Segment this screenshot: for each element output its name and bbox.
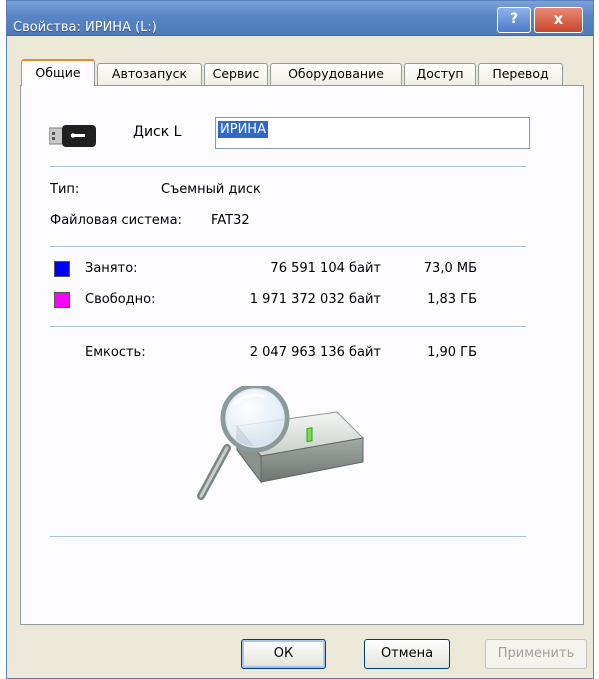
tab-access[interactable]: Доступ <box>404 63 476 85</box>
ok-button[interactable]: ОК <box>241 639 326 669</box>
capacity-bytes: 2 047 963 136 байт <box>249 345 381 360</box>
capacity-size: 1,90 ГБ <box>427 345 477 360</box>
apply-button[interactable]: Применить <box>485 639 587 669</box>
tab-translate[interactable]: Перевод <box>478 63 563 85</box>
disk-name-value: ИРИНА <box>218 121 268 138</box>
title-bar[interactable]: Свойства: ИРИНА (L:) ? x <box>7 1 593 36</box>
tab-general[interactable]: Общие <box>21 59 95 86</box>
window-title: Свойства: ИРИНА (L:) <box>13 20 157 35</box>
close-button[interactable]: x <box>534 7 583 33</box>
separator <box>50 246 526 247</box>
free-label: Свободно: <box>85 292 156 307</box>
used-label: Занято: <box>85 261 138 276</box>
drive-search-icon <box>197 386 365 500</box>
free-size: 1,83 ГБ <box>427 292 477 307</box>
type-value: Съемный диск <box>161 182 261 197</box>
filesystem-label: Файловая система: <box>50 213 182 228</box>
separator <box>50 166 526 167</box>
capacity-label: Емкость: <box>85 345 146 360</box>
usb-drive-icon <box>49 125 96 147</box>
separator <box>50 326 526 327</box>
disk-name-input[interactable]: ИРИНА <box>215 117 530 149</box>
used-size: 73,0 МБ <box>423 261 477 276</box>
tab-autorun[interactable]: Автозапуск <box>97 63 202 85</box>
separator <box>50 536 526 537</box>
used-bytes: 76 591 104 байт <box>270 261 381 276</box>
disk-label: Диск L <box>133 124 182 140</box>
type-label: Тип: <box>50 182 80 197</box>
help-button[interactable]: ? <box>497 7 531 33</box>
filesystem-value: FAT32 <box>211 213 250 228</box>
free-bytes: 1 971 372 032 байт <box>249 292 381 307</box>
cancel-button[interactable]: Отмена <box>364 639 450 669</box>
used-color-swatch <box>54 261 70 277</box>
properties-dialog: Свойства: ИРИНА (L:) ? x Общие Автозапус… <box>6 0 594 679</box>
tab-service[interactable]: Сервис <box>204 63 268 85</box>
general-panel: Диск L ИРИНА Тип: Съемный диск Файловая … <box>20 85 584 625</box>
free-color-swatch <box>54 292 70 308</box>
tab-hardware[interactable]: Оборудование <box>270 63 402 85</box>
